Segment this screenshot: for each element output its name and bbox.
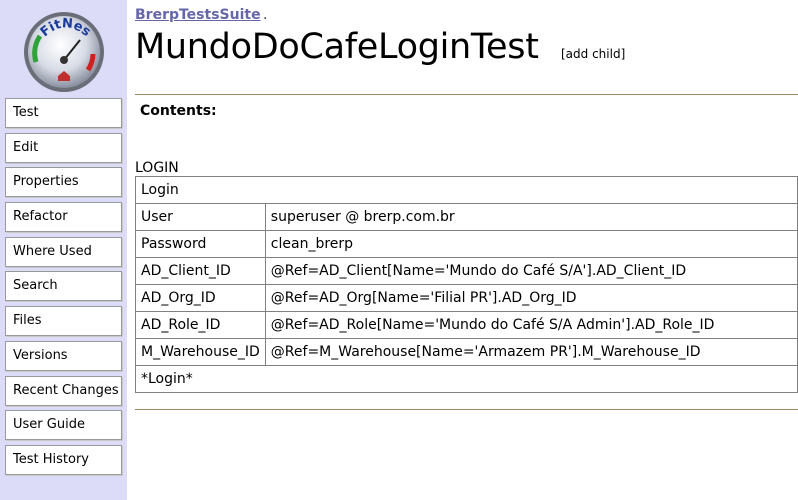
page-title: MundoDoCafeLoginTest [135, 27, 539, 67]
row-key: User [135, 203, 266, 231]
table-footer-cell: *Login* [135, 365, 798, 393]
sidebar: FitNesse Test Edit Properties Refactor W… [0, 0, 127, 500]
breadcrumb-separator: . [263, 7, 268, 23]
table-row: AD_Role_ID @Ref=AD_Role[Name='Mundo do C… [135, 311, 798, 339]
table-caption: LOGIN [135, 160, 179, 176]
nav-recent-changes[interactable]: Recent Changes [5, 375, 122, 406]
nav-test-history[interactable]: Test History [5, 444, 122, 475]
row-key: AD_Org_ID [135, 284, 266, 312]
nav-refactor[interactable]: Refactor [5, 202, 122, 233]
nav-versions[interactable]: Versions [5, 340, 122, 371]
nav-test[interactable]: Test [5, 98, 122, 128]
nav-edit[interactable]: Edit [5, 132, 122, 163]
row-key: Password [135, 230, 266, 258]
add-child-link[interactable]: [add child] [561, 47, 625, 61]
row-key: AD_Client_ID [135, 257, 266, 285]
contents-label: Contents: [140, 103, 217, 119]
nav-search[interactable]: Search [5, 271, 122, 302]
table-row: User superuser @ brerp.com.br [135, 203, 798, 231]
fitnesse-gauge-logo-icon[interactable]: FitNesse [22, 10, 106, 94]
nav-menu: Test Edit Properties Refactor Where Used… [5, 98, 122, 480]
table-header-cell: Login [135, 176, 798, 204]
header-divider [135, 94, 798, 95]
row-value: @Ref=AD_Role[Name='Mundo do Café S/A Adm… [264, 311, 798, 339]
table-row: AD_Org_ID @Ref=AD_Org[Name='Filial PR'].… [135, 284, 798, 312]
breadcrumb-link[interactable]: BrerpTestsSuite [135, 7, 261, 23]
table-row: M_Warehouse_ID @Ref=M_Warehouse[Name='Ar… [135, 338, 798, 366]
table-header-row: Login [135, 176, 798, 204]
row-value: clean_brerp [264, 230, 798, 258]
nav-files[interactable]: Files [5, 306, 122, 337]
row-value: @Ref=M_Warehouse[Name='Armazem PR'].M_Wa… [264, 338, 798, 366]
nav-properties[interactable]: Properties [5, 167, 122, 198]
footer-divider [135, 409, 798, 410]
row-value: superuser @ brerp.com.br [264, 203, 798, 231]
row-key: M_Warehouse_ID [135, 338, 266, 366]
nav-where-used[interactable]: Where Used [5, 236, 122, 267]
table-footer-row: *Login* [135, 365, 798, 393]
row-value: @Ref=AD_Client[Name='Mundo do Café S/A']… [264, 257, 798, 285]
row-value: @Ref=AD_Org[Name='Filial PR'].AD_Org_ID [264, 284, 798, 312]
table-row: AD_Client_ID @Ref=AD_Client[Name='Mundo … [135, 257, 798, 285]
nav-user-guide[interactable]: User Guide [5, 410, 122, 441]
table-row: Password clean_brerp [135, 230, 798, 258]
row-key: AD_Role_ID [135, 311, 266, 339]
login-fixture-table: Login User superuser @ brerp.com.br Pass… [135, 176, 798, 393]
